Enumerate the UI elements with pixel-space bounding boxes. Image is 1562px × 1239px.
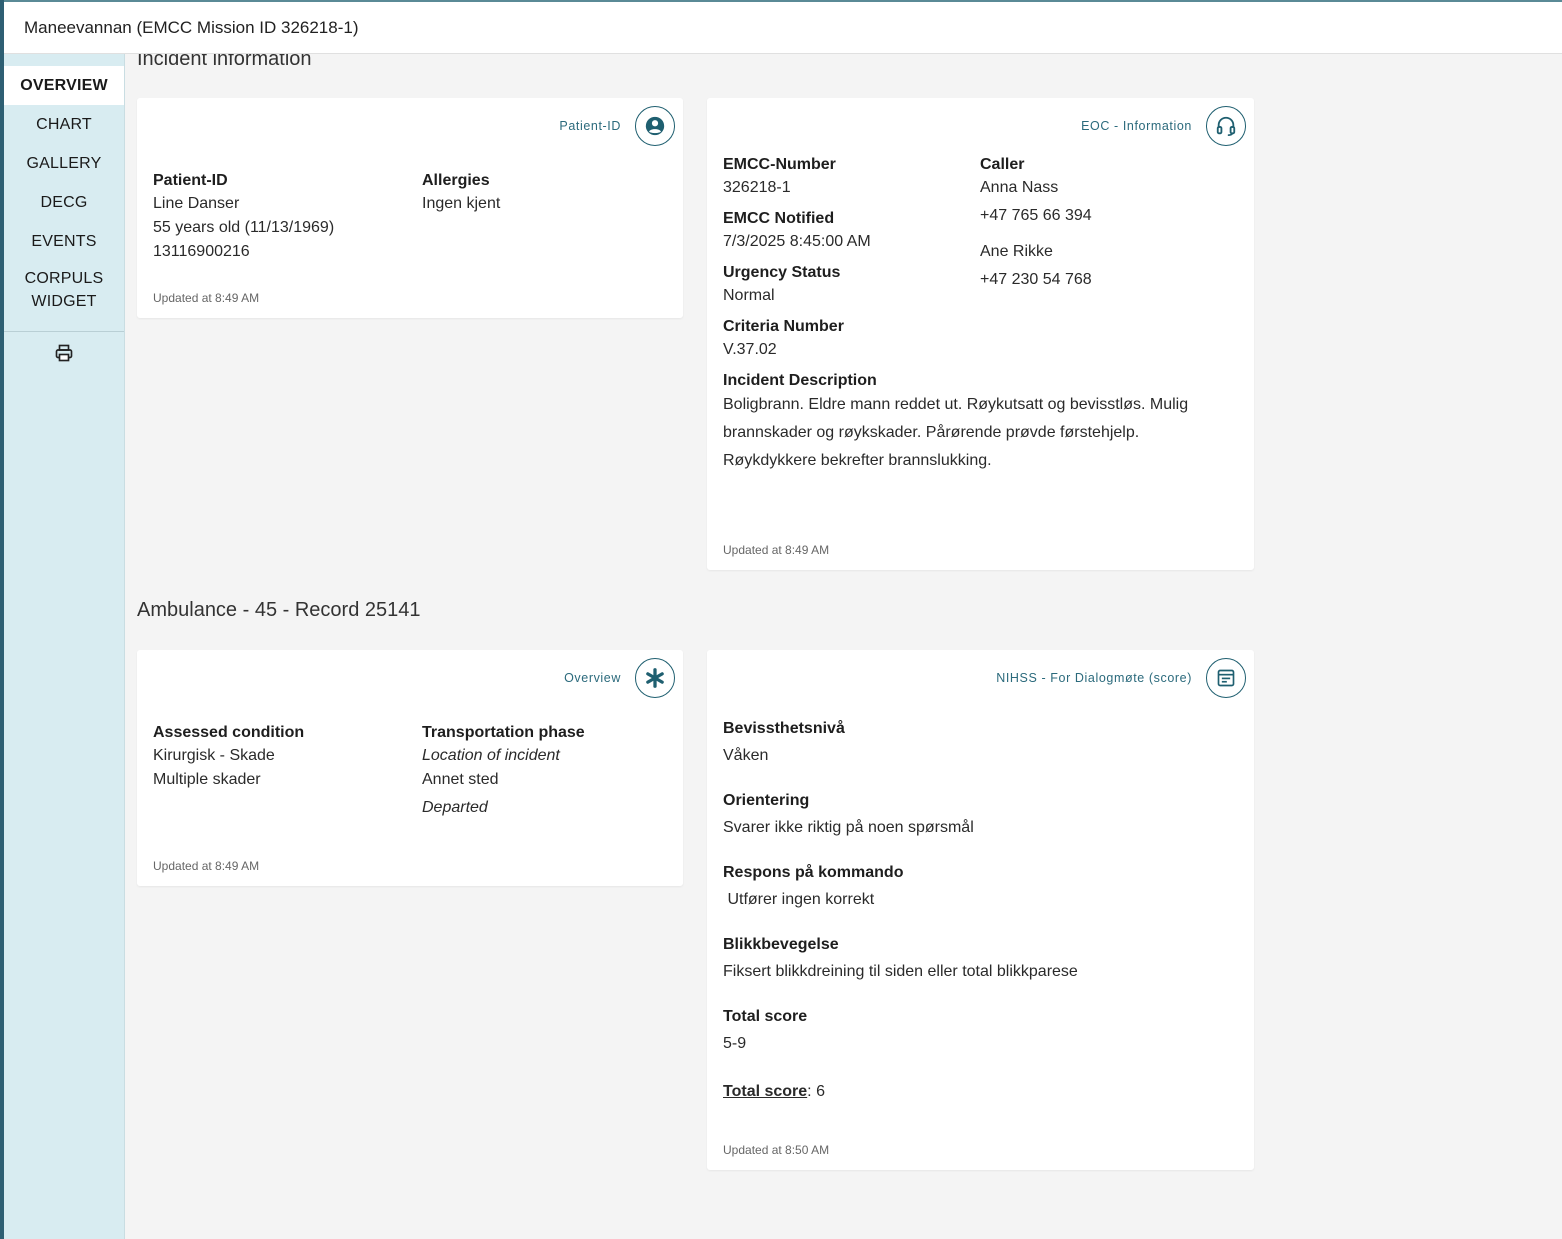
nihss-item-label: Orientering	[723, 792, 810, 809]
printer-icon	[55, 344, 73, 362]
assessed-condition-2: Multiple skader	[153, 771, 261, 788]
nihss-item-label: Respons på kommando	[723, 864, 904, 881]
nihss-total-score: Total score: 6	[723, 1080, 1078, 1104]
asterisk-icon	[646, 668, 664, 688]
assessed-condition-label: Assessed condition	[153, 724, 305, 741]
sidebar-nav: OVERVIEW CHART GALLERY DECG EVENTS CORPU…	[4, 54, 124, 317]
eoc-left-column: EMCC-Number 326218-1 EMCC Notified 7/3/2…	[723, 156, 1223, 475]
window-titlebar: Maneevannan (EMCC Mission ID 326218-1)	[4, 0, 1562, 54]
patient-id-block: Patient-ID Line Danser 55 years old (11/…	[153, 172, 334, 264]
main-content: Incident information Patient-ID Patient-…	[125, 54, 1562, 1239]
eoc-card-tag: EOC - Information	[1081, 119, 1192, 133]
patient-card-header: Patient-ID	[559, 106, 675, 146]
transportation-phase-label: Transportation phase	[422, 724, 585, 741]
urgency-status-label: Urgency Status	[723, 264, 841, 281]
emcc-notified-label: EMCC Notified	[723, 210, 835, 227]
print-button[interactable]	[4, 332, 124, 362]
overview-card-updated: Updated at 8:49 AM	[153, 859, 260, 873]
nihss-item: Respons på kommando Utfører ingen korrek…	[723, 864, 1078, 936]
caller1-name: Anna Nass	[980, 179, 1059, 196]
caller2-name: Ane Rikke	[980, 243, 1053, 260]
nihss-item: Bevissthetsnivå Våken	[723, 720, 1078, 792]
user-circle-icon	[645, 116, 665, 136]
nav-decg[interactable]: DECG	[4, 183, 124, 222]
criteria-number-label: Criteria Number	[723, 318, 844, 335]
incident-section-title: Incident information	[137, 54, 312, 70]
nihss-card-tag: NIHSS - For Dialogmøte (score)	[996, 671, 1192, 685]
caller1-phone: +47 765 66 394	[980, 207, 1092, 224]
emcc-number-label: EMCC-Number	[723, 156, 836, 173]
patient-card-tag: Patient-ID	[559, 119, 621, 133]
nihss-item-value: Våken	[723, 747, 769, 764]
nihss-item-value: Utfører ingen korrekt	[723, 891, 875, 908]
caller-column: Caller Anna Nass +47 765 66 394 Ane Rikk…	[980, 156, 1092, 292]
patient-age: 55 years old (11/13/1969)	[153, 219, 335, 236]
patient-name: Line Danser	[153, 195, 240, 212]
sidebar: OVERVIEW CHART GALLERY DECG EVENTS CORPU…	[4, 54, 125, 1239]
nihss-total-score-value: : 6	[807, 1083, 825, 1100]
window-title: Maneevannan (EMCC Mission ID 326218-1)	[24, 17, 359, 37]
allergies-value: Ingen kjent	[422, 195, 501, 212]
nihss-card: NIHSS - For Dialogmøte (score) Bevissthe…	[707, 650, 1254, 1170]
phase-place: Annet sted	[422, 771, 499, 788]
phase-status: Departed	[422, 799, 488, 816]
nihss-items: Bevissthetsnivå Våken Orientering Svarer…	[723, 720, 1078, 1104]
urgency-status-value: Normal	[723, 287, 775, 304]
nihss-item-label: Blikkbevegelse	[723, 936, 839, 953]
patient-id-card: Patient-ID Patient-ID Line Danser 55 yea…	[137, 98, 683, 318]
eoc-card-icon-button[interactable]	[1206, 106, 1246, 146]
patient-card-icon-button[interactable]	[635, 106, 675, 146]
nihss-item: Blikkbevegelse Fiksert blikkdreining til…	[723, 936, 1078, 1008]
incident-description-value: Boligbrann. Eldre mann reddet ut. Røykut…	[723, 396, 1189, 469]
nav-corpuls-widget-line1: CORPULS	[24, 270, 104, 287]
nihss-item: Total score 5-9	[723, 1008, 1078, 1080]
patient-number: 13116900216	[153, 243, 250, 260]
eoc-card-updated: Updated at 8:49 AM	[723, 543, 830, 557]
overview-card-tag: Overview	[564, 671, 621, 685]
nav-corpuls-widget[interactable]: CORPULS WIDGET	[4, 261, 124, 317]
eoc-card-header: EOC - Information	[1081, 106, 1246, 146]
form-icon	[1217, 669, 1235, 687]
nihss-item: Orientering Svarer ikke riktig på noen s…	[723, 792, 1078, 864]
assessed-condition-1: Kirurgisk - Skade	[153, 747, 275, 764]
incident-description-label: Incident Description	[723, 372, 877, 389]
allergies-label: Allergies	[422, 172, 490, 189]
patient-id-label: Patient-ID	[153, 172, 228, 189]
emcc-number-value: 326218-1	[723, 179, 791, 196]
caller-label: Caller	[980, 156, 1025, 173]
overview-card-icon-button[interactable]	[635, 658, 675, 698]
emcc-notified-value: 7/3/2025 8:45:00 AM	[723, 233, 871, 250]
caller2-phone: +47 230 54 768	[980, 271, 1092, 288]
headset-icon	[1216, 116, 1236, 136]
nihss-item-value: Fiksert blikkdreining til siden eller to…	[723, 963, 1078, 980]
allergies-block: Allergies Ingen kjent	[422, 172, 500, 216]
transportation-phase-block: Transportation phase Location of inciden…	[422, 724, 585, 820]
nihss-card-updated: Updated at 8:50 AM	[723, 1143, 830, 1157]
nav-overview[interactable]: OVERVIEW	[4, 66, 124, 105]
nihss-item-label: Bevissthetsnivå	[723, 720, 845, 737]
nav-gallery[interactable]: GALLERY	[4, 144, 124, 183]
nav-chart[interactable]: CHART	[4, 105, 124, 144]
nihss-card-header: NIHSS - For Dialogmøte (score)	[996, 658, 1246, 698]
nihss-item-value: 5-9	[723, 1035, 747, 1052]
nav-corpuls-widget-line2: WIDGET	[31, 293, 97, 310]
nihss-item-label: Total score	[723, 1008, 808, 1025]
assessed-condition-block: Assessed condition Kirurgisk - Skade Mul…	[153, 724, 304, 792]
ambulance-overview-card: Overview Assessed condition Kirurgisk - …	[137, 650, 683, 886]
patient-card-updated: Updated at 8:49 AM	[153, 291, 260, 305]
nihss-card-icon-button[interactable]	[1206, 658, 1246, 698]
ambulance-section-title: Ambulance - 45 - Record 25141	[137, 599, 421, 621]
criteria-number-value: V.37.02	[723, 341, 777, 358]
nav-events[interactable]: EVENTS	[4, 222, 124, 261]
eoc-information-card: EOC - Information EMCC-Number 326218-1 E…	[707, 98, 1254, 570]
overview-card-header: Overview	[564, 658, 675, 698]
phase-location: Location of incident	[422, 747, 560, 764]
nihss-total-score-label: Total score	[723, 1083, 808, 1100]
nihss-item-value: Svarer ikke riktig på noen spørsmål	[723, 819, 974, 836]
